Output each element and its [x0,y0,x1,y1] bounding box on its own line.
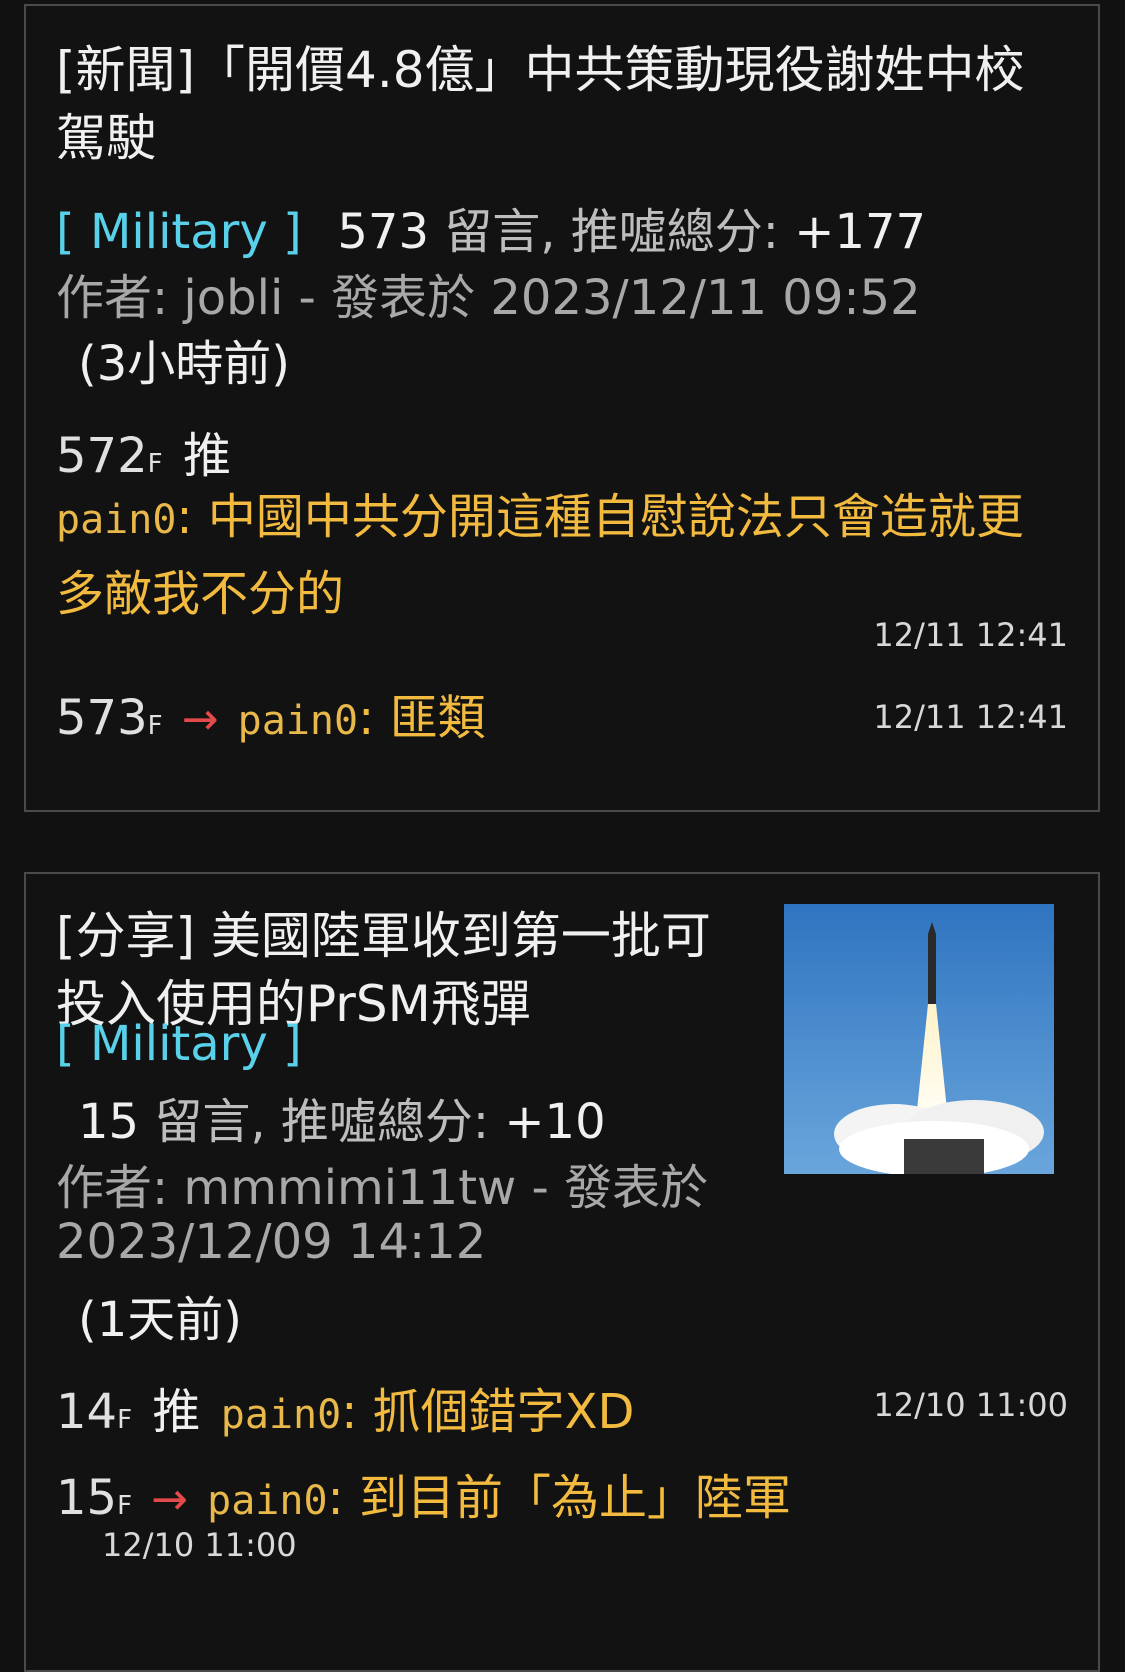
comment-user[interactable]: pain0 [56,497,176,543]
comment-label: 留言, 推噓總分: [444,204,779,260]
comment-user[interactable]: pain0 [207,1478,327,1524]
board-tag[interactable]: [ Military ] [56,204,302,260]
comment-row: 573F → pain0: 匪類 [56,690,486,746]
score: +10 [504,1094,606,1150]
comment-text: 到目前「為止」陸軍 [358,1470,791,1526]
comment-text: 抓個錯字XD [372,1384,635,1440]
comment-header: 572F 推 [56,416,231,486]
comment-row: 15F → pain0: 到目前「為止」陸軍 [56,1470,791,1526]
comment-time: 12/11 12:41 [873,616,1068,654]
arrow-tag: → [151,1474,189,1525]
post-stats-row: [ Military ] 573 留言, 推噓總分: +177 [56,192,926,262]
comment-time: 12/10 11:00 [102,1526,297,1564]
comment-time: 12/10 11:00 [873,1386,1068,1424]
comment-body: pain0: 中國中共分開這種自慰說法只會造就更多敵我不分的 [56,489,1024,622]
comment-count: 15 [78,1094,140,1150]
arrow-tag: → [181,694,219,745]
board-tag[interactable]: [ Military ] [56,1016,302,1072]
score: +177 [794,204,927,260]
comment-time: 12/11 12:41 [873,698,1068,736]
comment-text: 匪類 [389,690,486,746]
floor-number: 14F [56,1384,133,1440]
comment-count: 573 [337,204,429,260]
floor-number: 572F [56,428,163,484]
post-title[interactable]: [新聞]「開價4.8億」中共策動現役謝姓中校駕駛 [56,36,1036,172]
post-card[interactable]: [新聞]「開價4.8億」中共策動現役謝姓中校駕駛 [ Military ] 57… [24,4,1100,812]
missile-launch-image [784,904,1054,1174]
post-thumbnail[interactable] [784,904,1054,1174]
post-age: (3小時前) [78,336,290,392]
comment-user[interactable]: pain0 [238,698,358,744]
post-card[interactable]: [分享] 美國陸軍收到第一批可投入使用的PrSM飛彈 [ Military] … [24,872,1100,1672]
author-line: 作者: jobli - 發表於 2023/12/11 09:52 [56,270,921,326]
post-date: 2023/12/09 14:12 [56,1214,487,1270]
comment-row: 14F 推 pain0: 抓個錯字XD [56,1384,635,1440]
author-line: 作者: mmmimi11tw - 發表於 [56,1160,709,1216]
push-tag: 推 [182,428,231,484]
floor-number: 15F [56,1470,133,1526]
post-stats-row: 15 留言, 推噓總分: +10 [78,1082,606,1152]
push-tag: 推 [152,1384,201,1440]
post-age: (1天前) [78,1292,242,1348]
comment-user[interactable]: pain0 [221,1392,341,1438]
comment-label: 留言, 推噓總分: [154,1094,490,1150]
floor-number: 573F [56,690,163,746]
